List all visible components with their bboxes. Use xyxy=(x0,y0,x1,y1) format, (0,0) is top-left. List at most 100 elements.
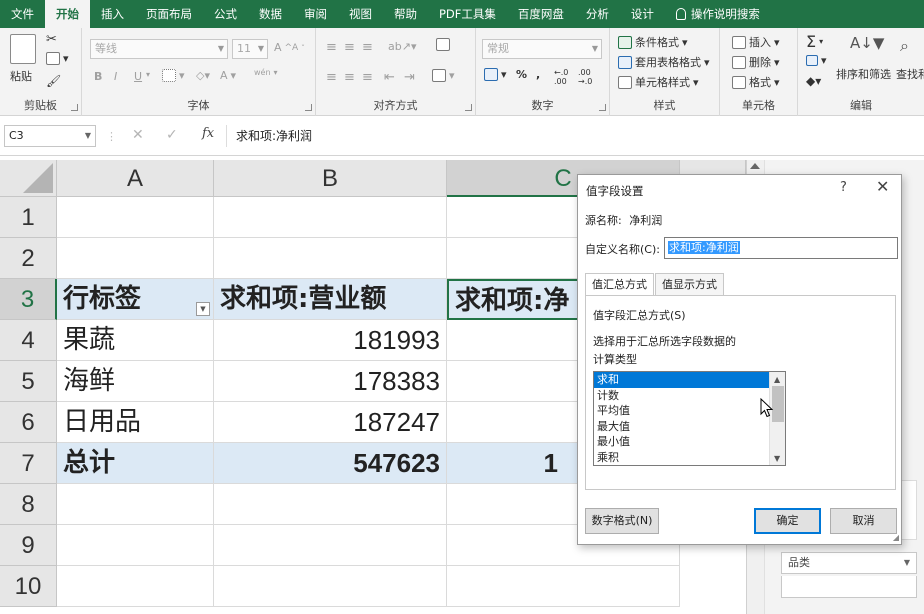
cell-b9[interactable] xyxy=(214,525,447,566)
pinyin-button[interactable]: wén ▾ xyxy=(254,68,278,77)
cell-b1[interactable] xyxy=(214,197,447,238)
font-size-select[interactable]: 11 ▼ xyxy=(232,39,268,59)
cut-icon[interactable]: ✂ xyxy=(46,32,57,47)
chevron-up-icon[interactable]: ▲ xyxy=(774,375,780,384)
custom-name-input[interactable]: 求和项:净利润 xyxy=(664,237,898,259)
name-box[interactable]: C3 ▼ xyxy=(4,125,96,147)
comma-button[interactable]: , xyxy=(536,68,540,81)
top-align-icon[interactable]: ≡ xyxy=(326,40,337,55)
copy-button[interactable]: ▾ xyxy=(46,52,69,65)
format-as-table-button[interactable]: 套用表格格式 ▾ xyxy=(618,54,710,70)
number-format-select[interactable]: 常规 ▼ xyxy=(482,39,602,59)
orientation-button[interactable]: ab↗▾ xyxy=(388,40,416,53)
enter-icon[interactable]: ✓ xyxy=(166,127,178,143)
menu-home[interactable]: 开始 xyxy=(45,0,90,28)
resize-grip-icon[interactable]: ◢ xyxy=(893,533,899,542)
tab-summarize-by[interactable]: 值汇总方式 xyxy=(585,273,654,296)
filter-dropdown-icon[interactable]: ▼ xyxy=(196,302,210,316)
clipboard-launcher-icon[interactable] xyxy=(71,104,78,111)
align-center-icon[interactable]: ≡ xyxy=(344,70,355,85)
decrease-indent-icon[interactable]: ⇤ xyxy=(384,70,395,85)
sort-filter-button[interactable]: 排序和筛选 xyxy=(836,66,891,82)
column-header-a[interactable]: A xyxy=(57,160,214,197)
increase-decimal-button[interactable]: ←.0.00 xyxy=(554,68,568,86)
autosum-button[interactable]: Σ ▾ xyxy=(806,32,823,51)
chevron-down-icon[interactable]: ▼ xyxy=(774,454,780,463)
menu-help[interactable]: 帮助 xyxy=(383,0,428,28)
fill-color-button[interactable]: ◇▾ xyxy=(196,69,210,82)
pane-field-category[interactable]: 品类 ▼ xyxy=(781,552,917,574)
decrease-decimal-button[interactable]: .00 →.0 xyxy=(578,68,592,86)
cell-b5[interactable]: 178383 xyxy=(214,361,447,402)
cell-styles-button[interactable]: 单元格样式 ▾ xyxy=(618,74,699,90)
cell-a10[interactable] xyxy=(57,566,214,607)
list-item[interactable]: 平均值 xyxy=(594,403,769,419)
cell-b6[interactable]: 187247 xyxy=(214,402,447,443)
cell-b4[interactable]: 181993 xyxy=(214,320,447,361)
font-color-button[interactable]: A ▾ xyxy=(220,69,236,82)
menu-insert[interactable]: 插入 xyxy=(90,0,135,28)
menu-view[interactable]: 视图 xyxy=(338,0,383,28)
grow-font-button[interactable]: A ^ xyxy=(274,41,292,54)
formula-input[interactable] xyxy=(226,125,918,147)
number-format-button[interactable]: 数字格式(N) xyxy=(585,508,659,534)
cell-b3[interactable]: 求和项:营业额 xyxy=(214,279,447,320)
menu-formulas[interactable]: 公式 xyxy=(203,0,248,28)
paste-icon[interactable] xyxy=(10,34,36,64)
cell-a7[interactable]: 总计 xyxy=(57,443,214,484)
border-button[interactable]: ▾ xyxy=(162,69,185,82)
calculation-type-list[interactable]: 求和 计数 平均值 最大值 最小值 乘积 ▲ ▼ xyxy=(593,371,786,466)
increase-indent-icon[interactable]: ⇥ xyxy=(404,70,415,85)
cell-a5[interactable]: 海鲜 xyxy=(57,361,214,402)
cell-a3[interactable]: 行标签 ▼ xyxy=(57,279,214,320)
underline-dropdown[interactable]: ▾ xyxy=(146,70,150,79)
tab-show-values-as[interactable]: 值显示方式 xyxy=(655,273,724,295)
cell-a2[interactable] xyxy=(57,238,214,279)
list-item[interactable]: 计数 xyxy=(594,388,769,404)
menu-review[interactable]: 审阅 xyxy=(293,0,338,28)
row-header-8[interactable]: 8 xyxy=(0,484,57,525)
cell-a8[interactable] xyxy=(57,484,214,525)
bottom-align-icon[interactable]: ≡ xyxy=(362,40,373,55)
fill-button[interactable]: ▾ xyxy=(806,54,827,67)
cell-b8[interactable] xyxy=(214,484,447,525)
row-header-9[interactable]: 9 xyxy=(0,525,57,566)
ok-button[interactable]: 确定 xyxy=(754,508,821,534)
insert-cells-button[interactable]: 插入 ▾ xyxy=(732,34,780,50)
merge-button[interactable]: ▾ xyxy=(432,69,455,82)
list-item[interactable]: 最小值 xyxy=(594,434,769,450)
cell-a9[interactable] xyxy=(57,525,214,566)
list-item[interactable]: 求和 xyxy=(594,372,769,388)
wrap-text-icon[interactable] xyxy=(436,38,450,51)
menu-baidu-netdisk[interactable]: 百度网盘 xyxy=(507,0,575,28)
bold-button[interactable]: B xyxy=(94,70,102,83)
currency-button[interactable]: ▾ xyxy=(484,68,507,81)
format-cells-button[interactable]: 格式 ▾ xyxy=(732,74,780,90)
cell-b2[interactable] xyxy=(214,238,447,279)
help-button[interactable]: ? xyxy=(840,180,847,195)
cancel-button[interactable]: 取消 xyxy=(830,508,897,534)
cancel-icon[interactable]: ✕ xyxy=(132,127,144,143)
underline-button[interactable]: U xyxy=(134,70,142,83)
conditional-format-button[interactable]: 条件格式 ▾ xyxy=(618,34,688,50)
insert-function-icon[interactable]: fx xyxy=(202,126,214,141)
cell-b7[interactable]: 547623 xyxy=(214,443,447,484)
alignment-launcher-icon[interactable] xyxy=(465,104,472,111)
row-header-10[interactable]: 10 xyxy=(0,566,57,607)
row-header-1[interactable]: 1 xyxy=(0,197,57,238)
number-launcher-icon[interactable] xyxy=(599,104,606,111)
format-painter-icon[interactable]: 🖌 xyxy=(46,74,61,88)
cell-a4[interactable]: 果蔬 xyxy=(57,320,214,361)
list-scrollbar[interactable]: ▲ ▼ xyxy=(769,372,785,465)
row-header-3[interactable]: 3 xyxy=(0,279,57,320)
select-all-corner[interactable] xyxy=(0,160,57,197)
cell-a6[interactable]: 日用品 xyxy=(57,402,214,443)
menu-page-layout[interactable]: 页面布局 xyxy=(135,0,203,28)
find-select-button[interactable]: 查找和 xyxy=(896,66,924,82)
cell-b10[interactable] xyxy=(214,566,447,607)
row-header-6[interactable]: 6 xyxy=(0,402,57,443)
clear-icon[interactable]: ◆▾ xyxy=(806,74,821,88)
shrink-font-button[interactable]: Aˇ xyxy=(292,43,305,53)
italic-button[interactable]: I xyxy=(114,70,117,83)
menu-analyze[interactable]: 分析 xyxy=(575,0,620,28)
